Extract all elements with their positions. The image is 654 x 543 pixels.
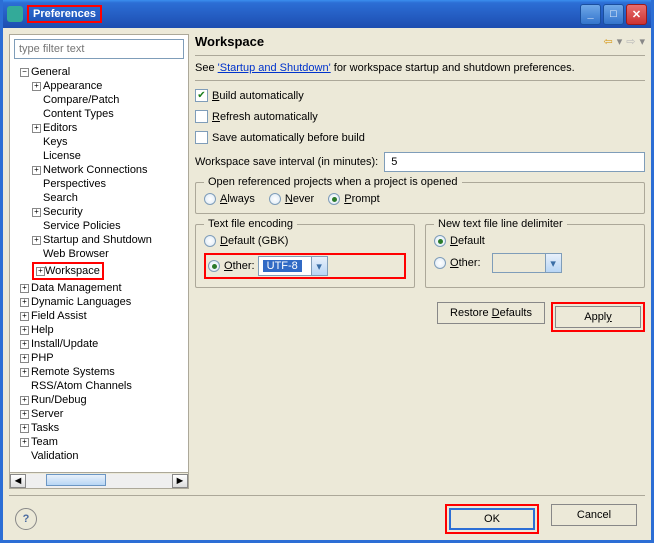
expander-icon[interactable]: + [20, 410, 29, 419]
close-button[interactable]: ✕ [626, 4, 647, 25]
tree-item[interactable]: +Startup and Shutdown [10, 233, 188, 247]
expander-icon[interactable]: + [20, 354, 29, 363]
tree-item[interactable]: +Install/Update [10, 337, 188, 351]
chevron-down-icon[interactable]: ▾ [311, 257, 327, 275]
dialog-buttons: ? OK Cancel [9, 495, 645, 534]
encoding-select[interactable]: UTF-8 ▾ [258, 256, 328, 276]
refresh-automatically-check[interactable]: Refresh automatically [195, 110, 645, 123]
tree-item[interactable]: +PHP [10, 351, 188, 365]
client-area: −General+AppearanceCompare/PatchContent … [3, 28, 651, 540]
page-panel: Workspace ⇦▾ ⇨▾ See 'Startup and Shutdow… [195, 34, 645, 489]
expander-icon[interactable]: + [20, 424, 29, 433]
encoding-default-radio[interactable]: Default (GBK) [204, 235, 406, 247]
help-icon[interactable]: ? [15, 508, 37, 530]
window-title: Preferences [27, 5, 580, 23]
intro-text: See 'Startup and Shutdown' for workspace… [195, 62, 645, 74]
tree-item[interactable]: +Field Assist [10, 309, 188, 323]
ok-button[interactable]: OK [449, 508, 535, 530]
window-controls: _ □ ✕ [580, 4, 647, 25]
chevron-down-icon: ▾ [545, 254, 561, 272]
delimiter-other-radio[interactable]: Other: ▾ [434, 253, 636, 273]
tree-item[interactable]: +Dynamic Languages [10, 295, 188, 309]
tree-item[interactable]: Compare/Patch [10, 93, 188, 107]
tree-item[interactable]: Web Browser [10, 247, 188, 261]
tree-item[interactable]: Content Types [10, 107, 188, 121]
maximize-button[interactable]: □ [603, 4, 624, 25]
interval-label: Workspace save interval (in minutes): [195, 156, 378, 168]
expander-icon[interactable]: + [20, 396, 29, 405]
tree-item[interactable]: RSS/Atom Channels [10, 379, 188, 393]
expander-icon[interactable]: + [20, 438, 29, 447]
expander-icon[interactable]: + [32, 166, 41, 175]
tree-item[interactable]: +Network Connections [10, 163, 188, 177]
cancel-button[interactable]: Cancel [551, 504, 637, 526]
open-referenced-group: Open referenced projects when a project … [195, 182, 645, 214]
tree-item[interactable]: +Editors [10, 121, 188, 135]
tree-item[interactable]: +Security [10, 205, 188, 219]
scroll-left-icon[interactable]: ◄ [10, 474, 26, 488]
filter-input[interactable] [14, 39, 184, 59]
page-nav: ⇦▾ ⇨▾ [604, 35, 646, 48]
tree-item[interactable]: Service Policies [10, 219, 188, 233]
tree-item[interactable]: Search [10, 191, 188, 205]
tree-item[interactable]: +Appearance [10, 79, 188, 93]
horizontal-scrollbar[interactable]: ◄ ► [10, 472, 188, 488]
radio-never[interactable]: Never [269, 193, 314, 205]
minimize-button[interactable]: _ [580, 4, 601, 25]
expander-icon[interactable]: + [36, 267, 45, 276]
expander-icon[interactable]: + [20, 368, 29, 377]
scroll-thumb[interactable] [46, 474, 106, 486]
expander-icon[interactable]: + [20, 284, 29, 293]
expander-icon[interactable]: + [32, 208, 41, 217]
tree-item[interactable]: Validation [10, 449, 188, 463]
delimiter-group: New text file line delimiter Default Oth… [425, 224, 645, 288]
tree-item[interactable]: License [10, 149, 188, 163]
encoding-other-radio[interactable]: Other: [208, 260, 255, 272]
encoding-group: Text file encoding Default (GBK) Other: … [195, 224, 415, 288]
expander-icon[interactable]: + [32, 82, 41, 91]
expander-icon[interactable]: − [20, 68, 29, 77]
tree-item[interactable]: +Data Management [10, 281, 188, 295]
expander-icon[interactable]: + [20, 340, 29, 349]
radio-always[interactable]: Always [204, 193, 255, 205]
save-before-build-check[interactable]: Save automatically before build [195, 131, 645, 144]
tree-item[interactable]: +Workspace [10, 261, 188, 281]
radio-prompt[interactable]: Prompt [328, 193, 379, 205]
tree-item[interactable]: Keys [10, 135, 188, 149]
forward-icon[interactable]: ⇨ [626, 35, 635, 48]
restore-defaults-button[interactable]: Restore Defaults [437, 302, 545, 324]
tree-item[interactable]: +Server [10, 407, 188, 421]
tree-item[interactable]: +Tasks [10, 421, 188, 435]
left-panel: −General+AppearanceCompare/PatchContent … [9, 34, 189, 489]
preferences-window: Preferences _ □ ✕ −General+AppearanceCom… [0, 0, 654, 543]
category-tree[interactable]: −General+AppearanceCompare/PatchContent … [10, 63, 188, 472]
startup-shutdown-link[interactable]: 'Startup and Shutdown' [218, 62, 331, 74]
expander-icon[interactable]: + [32, 124, 41, 133]
tree-item[interactable]: +Remote Systems [10, 365, 188, 379]
tree-item[interactable]: Perspectives [10, 177, 188, 191]
tree-item[interactable]: +Help [10, 323, 188, 337]
delimiter-select: ▾ [492, 253, 562, 273]
page-title: Workspace [195, 34, 604, 49]
scroll-right-icon[interactable]: ► [172, 474, 188, 488]
tree-item[interactable]: +Team [10, 435, 188, 449]
tree-item[interactable]: −General [10, 65, 188, 79]
expander-icon[interactable]: + [32, 236, 41, 245]
expander-icon[interactable]: + [20, 298, 29, 307]
build-automatically-check[interactable]: ✔ Build automatically [195, 89, 645, 102]
delimiter-default-radio[interactable]: Default [434, 235, 636, 247]
apply-button[interactable]: Apply [555, 306, 641, 328]
expander-icon[interactable]: + [20, 326, 29, 335]
app-icon [7, 6, 23, 22]
interval-input[interactable] [384, 152, 645, 172]
titlebar[interactable]: Preferences _ □ ✕ [3, 0, 651, 28]
tree-item[interactable]: +Run/Debug [10, 393, 188, 407]
expander-icon[interactable]: + [20, 312, 29, 321]
back-icon[interactable]: ⇦ [604, 35, 613, 48]
